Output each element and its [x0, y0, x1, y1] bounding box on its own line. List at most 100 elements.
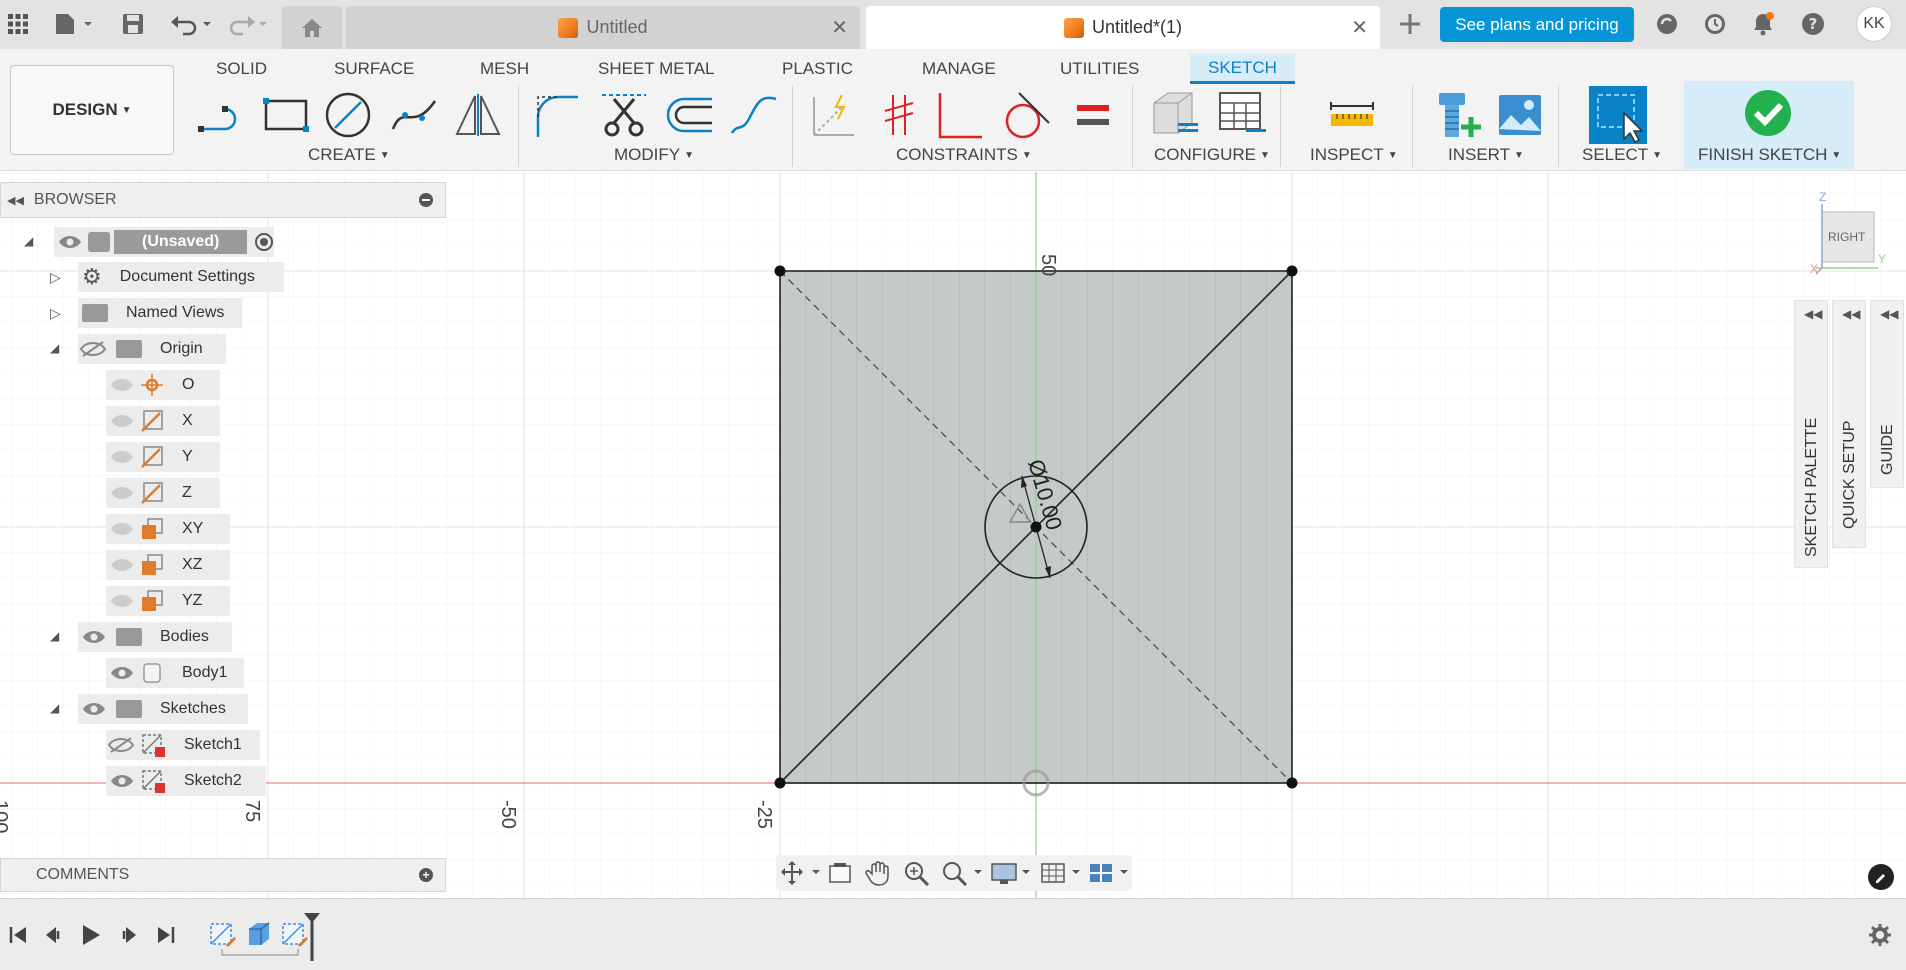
- collapse-triangle-icon[interactable]: ◢: [50, 341, 59, 355]
- rectangle-tool-icon[interactable]: [260, 89, 312, 141]
- expand-panel-icon[interactable]: ◀◀: [1842, 307, 1860, 321]
- tree-item-named-views[interactable]: Named Views: [78, 298, 242, 328]
- feedback-icon[interactable]: [1868, 864, 1894, 890]
- sketch-canvas[interactable]: Ø10.00 50 -25 -50 75 100: [0, 172, 1906, 898]
- circle-tool-icon[interactable]: [322, 89, 374, 141]
- tab-utilities[interactable]: UTILITIES: [1060, 54, 1139, 84]
- view-cube[interactable]: RIGHT Z Y X: [1808, 190, 1888, 276]
- document-tab-untitled[interactable]: Untitled ✕: [346, 6, 860, 49]
- timeline-marker-icon[interactable]: [302, 913, 322, 963]
- tree-item-x-axis[interactable]: X: [106, 406, 220, 436]
- tab-surface[interactable]: SURFACE: [334, 54, 414, 84]
- user-avatar[interactable]: KK: [1856, 6, 1892, 42]
- collapse-triangle-icon[interactable]: ◢: [50, 701, 59, 715]
- tree-item-sketch2[interactable]: Sketch2: [106, 766, 266, 796]
- eye-icon[interactable]: [82, 629, 106, 645]
- collapse-triangle-icon[interactable]: ◢: [50, 629, 59, 643]
- file-menu-icon[interactable]: [52, 10, 96, 38]
- spline-tool-icon[interactable]: [388, 89, 440, 141]
- expand-panel-icon[interactable]: ◀◀: [1804, 307, 1822, 321]
- viewports-icon[interactable]: [1088, 860, 1132, 886]
- select-tool-icon[interactable]: [1588, 86, 1648, 144]
- step-forward-icon[interactable]: [118, 925, 138, 945]
- eye-icon[interactable]: [110, 665, 134, 681]
- activate-radio-icon[interactable]: [255, 233, 274, 251]
- eye-icon[interactable]: [110, 593, 134, 609]
- help-icon[interactable]: ?: [1798, 10, 1828, 38]
- eye-hidden-icon[interactable]: [108, 737, 134, 753]
- insert-menu[interactable]: INSERT ▼: [1448, 145, 1524, 165]
- expand-triangle-icon[interactable]: ▷: [50, 269, 61, 286]
- see-plans-button[interactable]: See plans and pricing: [1440, 7, 1634, 42]
- tree-item-xy-plane[interactable]: XY: [106, 514, 230, 544]
- configuration-table-icon[interactable]: [1214, 89, 1270, 141]
- perpendicular-constraint-icon[interactable]: [932, 89, 986, 141]
- eye-icon[interactable]: [110, 449, 134, 465]
- tab-manage[interactable]: MANAGE: [922, 54, 996, 84]
- tab-sheet-metal[interactable]: SHEET METAL: [598, 54, 715, 84]
- step-back-icon[interactable]: [44, 925, 64, 945]
- eye-icon[interactable]: [110, 521, 134, 537]
- timeline-settings-gear-icon[interactable]: [1868, 923, 1892, 947]
- workspace-switcher-button[interactable]: DESIGN ▼: [10, 65, 174, 155]
- change-parameters-icon[interactable]: [1146, 89, 1202, 141]
- timeline-extrude-feature-icon[interactable]: [244, 919, 274, 949]
- collapse-browser-icon[interactable]: ◀◀: [7, 194, 24, 207]
- play-icon[interactable]: [80, 923, 102, 947]
- fillet-tool-icon[interactable]: [530, 89, 586, 141]
- select-menu[interactable]: SELECT ▼: [1582, 145, 1662, 165]
- sketch-palette-panel[interactable]: ◀◀ SKETCH PALETTE: [1794, 300, 1828, 568]
- redo-icon[interactable]: [224, 10, 270, 38]
- job-status-icon[interactable]: [1700, 10, 1730, 38]
- tree-root-unsaved[interactable]: (Unsaved): [54, 227, 274, 257]
- eye-icon[interactable]: [110, 413, 134, 429]
- extensions-icon[interactable]: [1652, 10, 1682, 38]
- tab-solid[interactable]: SOLID: [216, 54, 267, 84]
- document-tab-untitled-1[interactable]: Untitled*(1) ✕: [866, 6, 1380, 49]
- tree-item-bodies[interactable]: Bodies: [78, 622, 232, 652]
- mirror-tool-icon[interactable]: [452, 89, 504, 141]
- tree-item-y-axis[interactable]: Y: [106, 442, 220, 472]
- look-at-icon[interactable]: [826, 860, 856, 886]
- inspect-menu[interactable]: INSPECT ▼: [1310, 145, 1398, 165]
- pan-hand-icon[interactable]: [864, 860, 894, 886]
- modify-menu[interactable]: MODIFY ▼: [614, 145, 694, 165]
- close-tab-icon[interactable]: ✕: [831, 15, 848, 40]
- insert-mcmaster-icon[interactable]: [1432, 89, 1484, 141]
- quick-setup-panel[interactable]: ◀◀ QUICK SETUP: [1832, 300, 1866, 548]
- grid-settings-icon[interactable]: [1040, 860, 1084, 886]
- insert-canvas-icon[interactable]: [1494, 89, 1546, 141]
- new-tab-icon[interactable]: [1392, 10, 1428, 38]
- tree-item-body1[interactable]: Body1: [106, 658, 244, 688]
- expand-triangle-icon[interactable]: ▷: [50, 305, 61, 322]
- zoom-icon[interactable]: [902, 860, 932, 886]
- tab-mesh[interactable]: MESH: [480, 54, 529, 84]
- expand-panel-icon[interactable]: ◀◀: [1880, 307, 1898, 321]
- eye-hidden-icon[interactable]: [80, 341, 106, 357]
- guide-panel[interactable]: ◀◀ GUIDE: [1870, 300, 1904, 488]
- create-menu[interactable]: CREATE ▼: [308, 145, 390, 165]
- measure-tool-icon[interactable]: [1324, 89, 1380, 141]
- trim-tool-icon[interactable]: [596, 89, 652, 141]
- coincident-constraint-icon[interactable]: [872, 89, 926, 141]
- eye-icon[interactable]: [110, 377, 134, 393]
- tree-item-origin[interactable]: Origin: [78, 334, 226, 364]
- eye-icon[interactable]: [82, 701, 106, 717]
- minimize-browser-icon[interactable]: [419, 193, 433, 207]
- configure-menu[interactable]: CONFIGURE ▼: [1154, 145, 1270, 165]
- eye-icon[interactable]: [110, 557, 134, 573]
- autoconstrain-icon[interactable]: [806, 89, 860, 141]
- tab-sketch[interactable]: SKETCH: [1190, 54, 1295, 84]
- view-cube-face[interactable]: RIGHT: [1828, 230, 1865, 244]
- collapse-triangle-icon[interactable]: ◢: [24, 234, 33, 248]
- timeline-sketch-feature-icon[interactable]: [208, 919, 238, 949]
- equal-constraint-icon[interactable]: [1066, 89, 1120, 141]
- apps-grid-icon[interactable]: [6, 10, 30, 38]
- sketch-scale-tool-icon[interactable]: [726, 89, 782, 141]
- tree-item-origin-point[interactable]: O: [106, 370, 220, 400]
- eye-icon[interactable]: [110, 485, 134, 501]
- go-to-end-icon[interactable]: [156, 925, 176, 945]
- constraints-menu[interactable]: CONSTRAINTS ▼: [896, 145, 1032, 165]
- close-tab-icon[interactable]: ✕: [1351, 15, 1368, 40]
- home-tab[interactable]: [282, 6, 342, 49]
